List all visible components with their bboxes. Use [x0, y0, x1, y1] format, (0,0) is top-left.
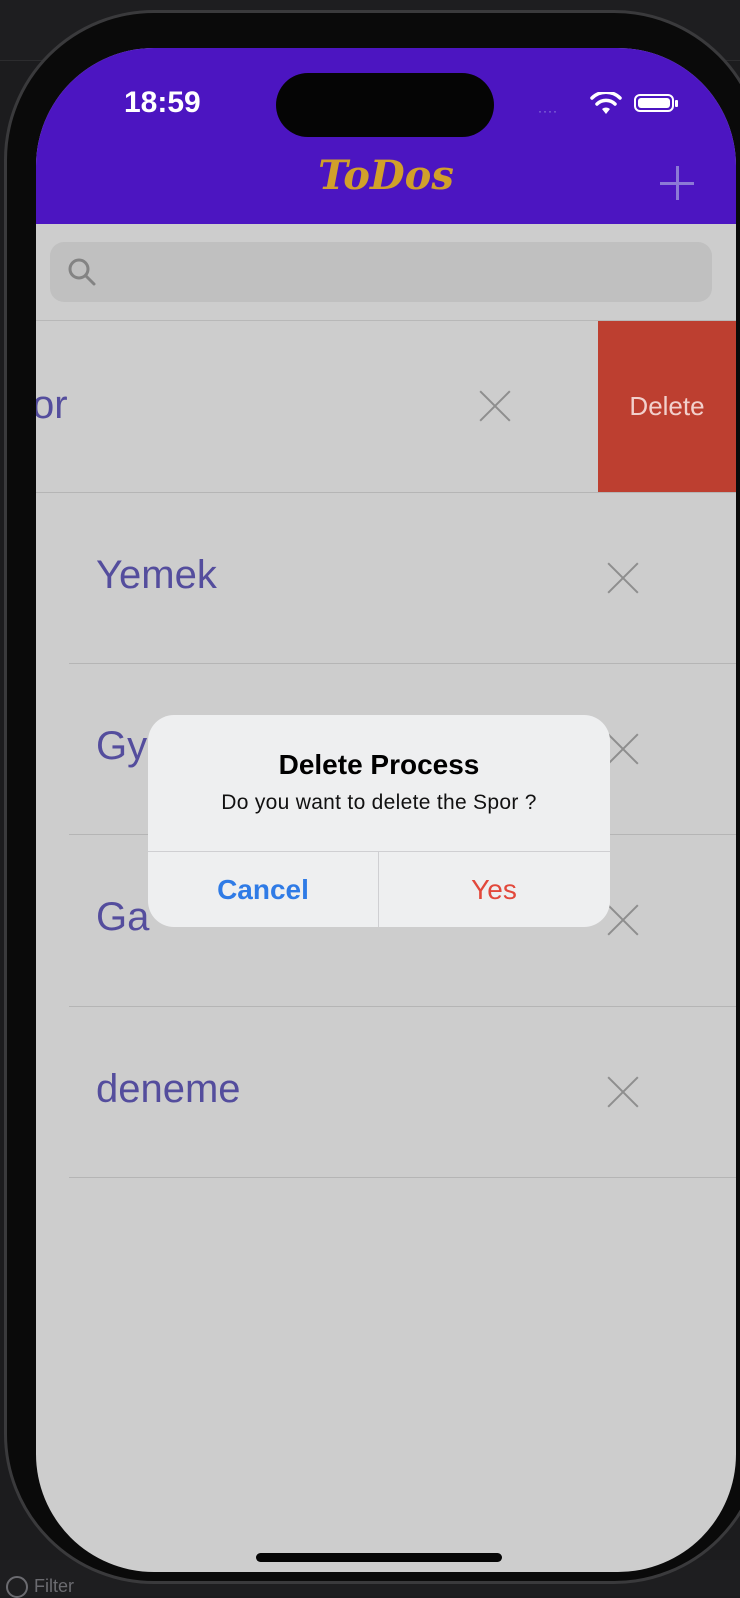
list-item-label: deneme — [96, 1067, 241, 1111]
yes-button[interactable]: Yes — [379, 852, 609, 927]
delete-alert-dialog: Delete Process Do you want to delete the… — [148, 715, 610, 927]
list-item-label: Yemek — [96, 553, 217, 597]
home-indicator[interactable] — [256, 1553, 502, 1562]
list-item[interactable]: deneme — [36, 1007, 736, 1177]
status-icons: ···· — [538, 90, 688, 120]
status-time: 18:59 — [124, 86, 201, 119]
filter-icon — [6, 1576, 28, 1598]
phone-screen: 18:59 ···· ToDos or Delete Yemek Gy Ga d… — [36, 48, 736, 1572]
list-item[interactable]: or Delete — [36, 321, 736, 493]
close-icon[interactable] — [606, 1075, 640, 1109]
wifi-icon — [590, 92, 622, 114]
alert-title: Delete Process — [278, 749, 480, 780]
close-icon[interactable] — [606, 903, 640, 937]
close-icon[interactable] — [478, 389, 512, 423]
list-item-label: Gy — [96, 724, 148, 768]
add-button[interactable] — [660, 166, 694, 200]
delete-button[interactable]: Delete — [598, 321, 736, 492]
search-bar-container — [36, 224, 736, 321]
navigation-bar: 18:59 ···· ToDos — [36, 48, 736, 224]
search-icon — [68, 258, 96, 286]
battery-icon — [634, 94, 678, 112]
ide-filter[interactable]: Filter — [6, 1576, 74, 1598]
signal-icon: ···· — [538, 104, 558, 118]
alert-message: Do you want to delete the Spor ? — [221, 791, 537, 814]
row-divider — [69, 1177, 736, 1178]
close-icon[interactable] — [606, 561, 640, 595]
list-item-label: or — [36, 383, 68, 427]
search-input[interactable] — [110, 252, 694, 294]
close-icon[interactable] — [606, 732, 640, 766]
page-title: ToDos — [318, 152, 454, 199]
list-item[interactable]: Yemek — [36, 493, 736, 663]
filter-label: Filter — [34, 1576, 74, 1596]
list-item-label: Ga — [96, 895, 150, 939]
phone-frame: 18:59 ···· ToDos or Delete Yemek Gy Ga d… — [4, 10, 740, 1584]
search-bar[interactable] — [50, 242, 712, 302]
cancel-button[interactable]: Cancel — [148, 852, 378, 927]
dynamic-island — [276, 73, 494, 137]
